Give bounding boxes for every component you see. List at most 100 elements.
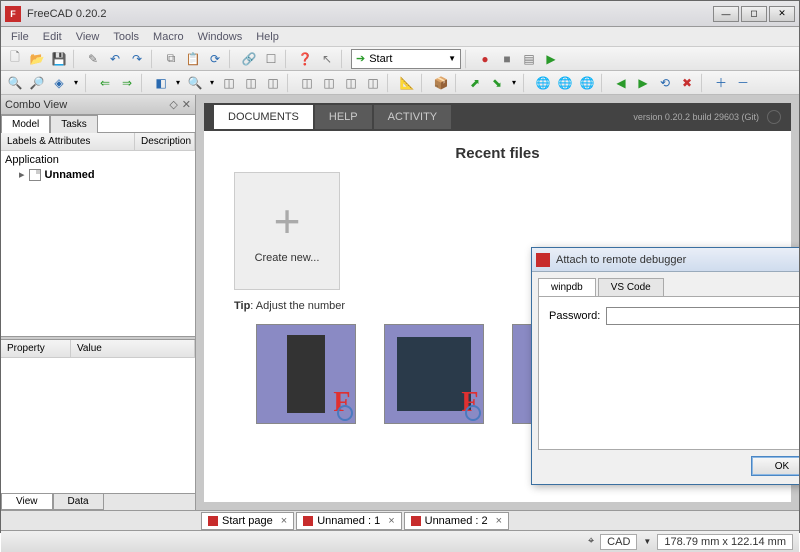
attach-debugger-dialog: Attach to remote debugger ? ✕ winpdb VS … [531, 247, 799, 485]
cube1-icon[interactable]: ◫ [219, 73, 239, 93]
run-macro-icon[interactable]: ▶ [541, 49, 561, 69]
menu-help[interactable]: Help [250, 29, 285, 45]
macros-icon[interactable]: ▤ [519, 49, 539, 69]
print-icon[interactable]: ✎ [83, 49, 103, 69]
arrow-right-icon[interactable]: ▶ [633, 73, 653, 93]
model-tree[interactable]: Application ▸ Unnamed [1, 151, 195, 336]
minimize-button[interactable]: — [713, 6, 739, 22]
doc-tab-start[interactable]: Start page× [201, 512, 294, 530]
tab-model[interactable]: Model [1, 115, 50, 133]
tab-documents[interactable]: DOCUMENTS [214, 105, 313, 129]
whatsthis-icon[interactable]: ❓ [295, 49, 315, 69]
nav-style-icon[interactable]: ⌖ [588, 535, 594, 548]
col-property[interactable]: Property [1, 340, 71, 357]
menu-view[interactable]: View [70, 29, 106, 45]
nav-right-icon[interactable]: ⇒ [117, 73, 137, 93]
copy-icon[interactable]: ⧉ [161, 49, 181, 69]
dimensions-label: 178.79 mm x 122.14 mm [657, 534, 793, 550]
document-tabs: Start page× Unnamed : 1× Unnamed : 2× [1, 510, 799, 530]
dropdown-icon[interactable]: ▾ [71, 73, 81, 93]
tree-app-row[interactable]: Application [5, 153, 191, 167]
col-labels[interactable]: Labels & Attributes [1, 133, 135, 150]
example-thumb-2[interactable]: F [384, 324, 484, 424]
fit-selection-icon[interactable]: 🔎 [27, 73, 47, 93]
password-input[interactable] [606, 307, 799, 325]
cube6-icon[interactable]: ◫ [341, 73, 361, 93]
maximize-button[interactable]: ◻ [741, 6, 767, 22]
col-description[interactable]: Description [135, 133, 195, 150]
panel-close-icon[interactable]: ✕ [182, 98, 191, 111]
tab-data[interactable]: Data [53, 493, 104, 510]
link-make-icon[interactable]: ⬈ [465, 73, 485, 93]
cube7-icon[interactable]: ◫ [363, 73, 383, 93]
group-icon[interactable]: ☐ [261, 49, 281, 69]
menu-macro[interactable]: Macro [147, 29, 190, 45]
doc-tab-1[interactable]: Unnamed : 1× [296, 512, 401, 530]
close-tab-icon[interactable]: × [496, 515, 502, 527]
tab-help[interactable]: HELP [315, 105, 372, 129]
col-value[interactable]: Value [71, 340, 195, 357]
close-tab-icon[interactable]: × [281, 515, 287, 527]
arrow-left-icon[interactable]: ◀ [611, 73, 631, 93]
dropdown-icon[interactable]: ▾ [173, 73, 183, 93]
menu-windows[interactable]: Windows [192, 29, 249, 45]
tree-doc-row[interactable]: ▸ Unnamed [5, 167, 191, 182]
tab-tasks[interactable]: Tasks [50, 115, 98, 133]
workbench-selector[interactable]: ➔ Start ▼ [351, 49, 461, 69]
example-thumb-1[interactable]: F [256, 324, 356, 424]
cube3-icon[interactable]: ◫ [263, 73, 283, 93]
close-tab-icon[interactable]: × [388, 515, 394, 527]
new-icon[interactable]: 🗋 [5, 49, 25, 69]
globe2-icon[interactable]: 🌐 [555, 73, 575, 93]
tab-view[interactable]: View [1, 493, 53, 510]
menu-tools[interactable]: Tools [107, 29, 145, 45]
view-front-icon[interactable]: ◧ [151, 73, 171, 93]
part-icon[interactable]: 📦 [431, 73, 451, 93]
close-button[interactable]: ✕ [769, 6, 795, 22]
isometric-icon[interactable]: ◈ [49, 73, 69, 93]
link-make2-icon[interactable]: ⬊ [487, 73, 507, 93]
tab-vscode[interactable]: VS Code [598, 278, 664, 296]
expand-icon[interactable]: ▸ [19, 168, 25, 181]
redo-icon[interactable]: ↷ [127, 49, 147, 69]
statusbar: ⌖ CAD ▼ 178.79 mm x 122.14 mm [1, 530, 799, 552]
fit-all-icon[interactable]: 🔍 [5, 73, 25, 93]
measure-icon[interactable]: 📐 [397, 73, 417, 93]
dropdown-arrow-icon[interactable]: ▼ [643, 537, 651, 546]
record-macro-icon[interactable]: ● [475, 49, 495, 69]
globe3-icon[interactable]: 🌐 [577, 73, 597, 93]
menu-edit[interactable]: Edit [37, 29, 68, 45]
paste-icon[interactable]: 📋 [183, 49, 203, 69]
sync-icon[interactable]: ⟲ [655, 73, 675, 93]
zoom-in-icon[interactable]: ＋ [711, 73, 731, 93]
nav-style-label[interactable]: CAD [600, 534, 637, 550]
dropdown-icon[interactable]: ▾ [207, 73, 217, 93]
link-icon[interactable]: 🔗 [239, 49, 259, 69]
stop-nav-icon[interactable]: ✖ [677, 73, 697, 93]
refresh-icon[interactable]: ⟳ [205, 49, 225, 69]
version-label: version 0.20.2 build 29603 (Git) [633, 112, 759, 122]
doc-tab-2[interactable]: Unnamed : 2× [404, 512, 509, 530]
stop-macro-icon[interactable]: ■ [497, 49, 517, 69]
tab-winpdb[interactable]: winpdb [538, 278, 596, 296]
ok-button[interactable]: OK [751, 456, 799, 476]
undo-icon[interactable]: ↶ [105, 49, 125, 69]
open-icon[interactable]: 📂 [27, 49, 47, 69]
zoom-out-icon[interactable]: － [733, 73, 753, 93]
create-new-card[interactable]: + Create new... [234, 172, 340, 290]
zoom-icon[interactable]: 🔍 [185, 73, 205, 93]
property-grid[interactable] [1, 358, 195, 493]
cube2-icon[interactable]: ◫ [241, 73, 261, 93]
globe1-icon[interactable]: 🌐 [533, 73, 553, 93]
cube4-icon[interactable]: ◫ [297, 73, 317, 93]
save-icon[interactable]: 💾 [49, 49, 69, 69]
panel-float-icon[interactable]: ◇ [169, 98, 177, 111]
pointer-icon[interactable]: ↖ [317, 49, 337, 69]
dropdown-icon[interactable]: ▾ [509, 73, 519, 93]
tab-activity[interactable]: ACTIVITY [374, 105, 452, 129]
nav-left-icon[interactable]: ⇐ [95, 73, 115, 93]
cube5-icon[interactable]: ◫ [319, 73, 339, 93]
create-new-label: Create new... [255, 252, 320, 264]
menu-file[interactable]: File [5, 29, 35, 45]
settings-gear-icon[interactable] [767, 110, 781, 124]
